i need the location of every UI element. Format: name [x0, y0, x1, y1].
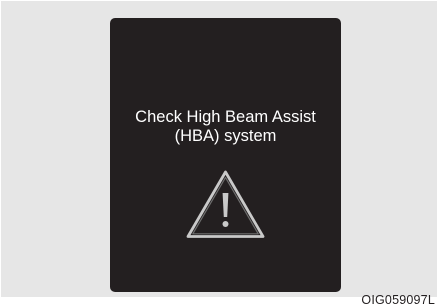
- warning-line-2: (HBA) system: [174, 126, 277, 145]
- warning-message: Check High Beam Assist (HBA) system: [110, 108, 341, 145]
- figure-frame: Check High Beam Assist (HBA) system: [1, 1, 437, 297]
- figure-code: OIG059097L: [361, 293, 435, 307]
- warning-line-1: Check High Beam Assist: [135, 108, 316, 126]
- cluster-display: Check High Beam Assist (HBA) system: [110, 18, 341, 292]
- warning-triangle-icon: [186, 170, 265, 238]
